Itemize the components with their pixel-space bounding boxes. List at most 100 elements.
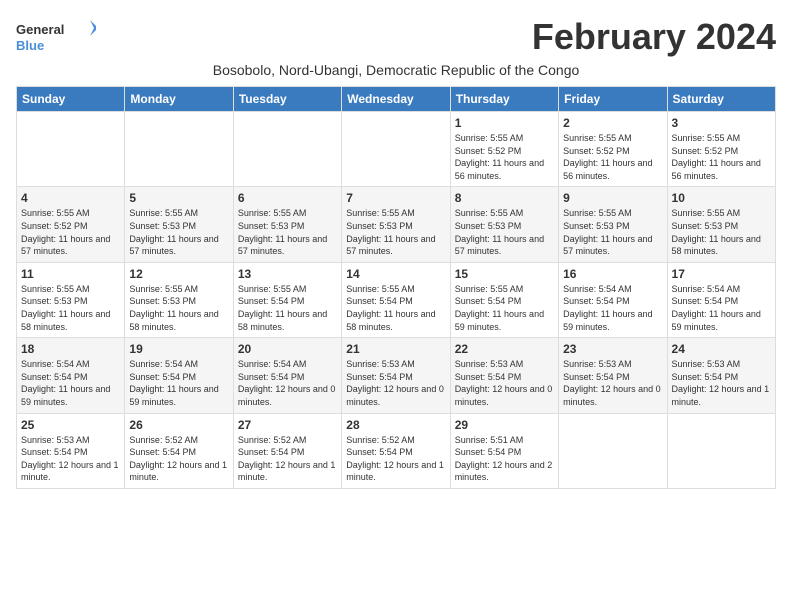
subtitle: Bosobolo, Nord-Ubangi, Democratic Republ… [16, 62, 776, 78]
calendar-cell: 29 Sunrise: 5:51 AM Sunset: 5:54 PM Dayli… [450, 413, 558, 488]
day-number: 9 [563, 191, 662, 205]
day-number: 26 [129, 418, 228, 432]
day-info: Sunrise: 5:55 AM Sunset: 5:53 PM Dayligh… [129, 283, 228, 333]
calendar-cell: 8Sunrise: 5:55 AM Sunset: 5:53 PM Daylig… [450, 187, 558, 262]
day-number: 3 [672, 116, 771, 130]
calendar-cell: 6 Sunrise: 5:55 AM Sunset: 5:53 PM Daylig… [233, 187, 341, 262]
day-number: 5 [129, 191, 228, 205]
calendar-cell: 21Sunrise: 5:53 AM Sunset: 5:54 PM Dayli… [342, 338, 450, 413]
calendar-cell: 23 Sunrise: 5:53 AM Sunset: 5:54 PM Dayli… [559, 338, 667, 413]
day-number: 2 [563, 116, 662, 130]
calendar-cell: 7 Sunrise: 5:55 AM Sunset: 5:53 PM Daylig… [342, 187, 450, 262]
day-info: Sunrise: 5:54 AM Sunset: 5:54 PM Dayligh… [563, 283, 662, 333]
day-info: Sunrise: 5:52 AM Sunset: 5:54 PM Dayligh… [238, 434, 337, 484]
calendar-header-row: SundayMondayTuesdayWednesdayThursdayFrid… [17, 87, 776, 112]
day-info: Sunrise: 5:53 AM Sunset: 5:54 PM Dayligh… [563, 358, 662, 408]
day-info: Sunrise: 5:52 AM Sunset: 5:54 PM Dayligh… [346, 434, 445, 484]
calendar-week-row: 4 Sunrise: 5:55 AM Sunset: 5:52 PM Daylig… [17, 187, 776, 262]
day-info: Sunrise: 5:55 AM Sunset: 5:54 PM Dayligh… [346, 283, 445, 333]
calendar-day-header: Saturday [667, 87, 775, 112]
calendar-cell [559, 413, 667, 488]
calendar-cell: 26 Sunrise: 5:52 AM Sunset: 5:54 PM Dayli… [125, 413, 233, 488]
day-info: Sunrise: 5:55 AM Sunset: 5:52 PM Dayligh… [563, 132, 662, 182]
calendar-cell: 17 Sunrise: 5:54 AM Sunset: 5:54 PM Dayli… [667, 262, 775, 337]
calendar-cell: 5 Sunrise: 5:55 AM Sunset: 5:53 PM Daylig… [125, 187, 233, 262]
calendar-cell: 16 Sunrise: 5:54 AM Sunset: 5:54 PM Dayli… [559, 262, 667, 337]
calendar-week-row: 11Sunrise: 5:55 AM Sunset: 5:53 PM Dayli… [17, 262, 776, 337]
day-number: 19 [129, 342, 228, 356]
day-number: 12 [129, 267, 228, 281]
calendar-cell: 18Sunrise: 5:54 AM Sunset: 5:54 PM Dayli… [17, 338, 125, 413]
calendar-week-row: 25 Sunrise: 5:53 AM Sunset: 5:54 PM Dayli… [17, 413, 776, 488]
day-info: Sunrise: 5:53 AM Sunset: 5:54 PM Dayligh… [21, 434, 120, 484]
day-number: 15 [455, 267, 554, 281]
day-info: Sunrise: 5:51 AM Sunset: 5:54 PM Dayligh… [455, 434, 554, 484]
calendar-cell: 4 Sunrise: 5:55 AM Sunset: 5:52 PM Daylig… [17, 187, 125, 262]
calendar-week-row: 18 Sunrise: 5:54 AM Sunset: 5:54 PM Dayli… [17, 338, 776, 413]
day-number: 24 [672, 342, 771, 356]
calendar-cell: 19 Sunrise: 5:54 AM Sunset: 5:54 PM Dayli… [125, 338, 233, 413]
calendar-cell: 24 Sunrise: 5:53 AM Sunset: 5:54 PM Dayli… [667, 338, 775, 413]
calendar-day-header: Tuesday [233, 87, 341, 112]
day-number: 25 [21, 418, 120, 432]
calendar-cell: 11Sunrise: 5:55 AM Sunset: 5:53 PM Dayli… [17, 262, 125, 337]
day-number: 18 [21, 342, 120, 356]
calendar-cell: 15 Sunrise: 5:55 AM Sunset: 5:54 PM Dayli… [450, 262, 558, 337]
day-info: Sunrise: 5:55 AM Sunset: 5:53 PM Dayligh… [346, 207, 445, 257]
day-number: 20 [238, 342, 337, 356]
calendar-cell [667, 413, 775, 488]
day-info: Sunrise: 5:52 AM Sunset: 5:54 PM Dayligh… [129, 434, 228, 484]
calendar-cell: 9Sunrise: 5:55 AM Sunset: 5:53 PM Daylig… [559, 187, 667, 262]
day-info: Sunrise: 5:55 AM Sunset: 5:53 PM Dayligh… [455, 207, 554, 257]
calendar-cell [233, 112, 341, 187]
day-number: 17 [672, 267, 771, 281]
day-number: 1 [455, 116, 554, 130]
day-info: Sunrise: 5:55 AM Sunset: 5:54 PM Dayligh… [455, 283, 554, 333]
calendar-cell: 28 Sunrise: 5:52 AM Sunset: 5:54 PM Dayli… [342, 413, 450, 488]
calendar-cell [342, 112, 450, 187]
calendar-day-header: Friday [559, 87, 667, 112]
day-number: 4 [21, 191, 120, 205]
calendar-day-header: Thursday [450, 87, 558, 112]
calendar-week-row: 1 Sunrise: 5:55 AM Sunset: 5:52 PM Daylig… [17, 112, 776, 187]
day-info: Sunrise: 5:53 AM Sunset: 5:54 PM Dayligh… [455, 358, 554, 408]
day-number: 6 [238, 191, 337, 205]
day-number: 10 [672, 191, 771, 205]
svg-text:Blue: Blue [16, 38, 44, 53]
calendar-cell: 10 Sunrise: 5:55 AM Sunset: 5:53 PM Dayli… [667, 187, 775, 262]
calendar-cell: 1 Sunrise: 5:55 AM Sunset: 5:52 PM Daylig… [450, 112, 558, 187]
day-info: Sunrise: 5:55 AM Sunset: 5:54 PM Dayligh… [238, 283, 337, 333]
day-info: Sunrise: 5:55 AM Sunset: 5:53 PM Dayligh… [672, 207, 771, 257]
page-container: General Blue February 2024 Bosobolo, Nor… [16, 16, 776, 489]
calendar-cell: 20 Sunrise: 5:54 AM Sunset: 5:54 PM Dayli… [233, 338, 341, 413]
calendar-cell: 25 Sunrise: 5:53 AM Sunset: 5:54 PM Dayli… [17, 413, 125, 488]
calendar-cell: 14Sunrise: 5:55 AM Sunset: 5:54 PM Dayli… [342, 262, 450, 337]
day-number: 29 [455, 418, 554, 432]
calendar-cell [125, 112, 233, 187]
day-info: Sunrise: 5:54 AM Sunset: 5:54 PM Dayligh… [238, 358, 337, 408]
day-number: 13 [238, 267, 337, 281]
day-info: Sunrise: 5:55 AM Sunset: 5:53 PM Dayligh… [238, 207, 337, 257]
calendar-day-header: Wednesday [342, 87, 450, 112]
day-number: 16 [563, 267, 662, 281]
day-info: Sunrise: 5:55 AM Sunset: 5:53 PM Dayligh… [129, 207, 228, 257]
day-number: 28 [346, 418, 445, 432]
day-info: Sunrise: 5:54 AM Sunset: 5:54 PM Dayligh… [129, 358, 228, 408]
day-info: Sunrise: 5:55 AM Sunset: 5:52 PM Dayligh… [21, 207, 120, 257]
day-number: 7 [346, 191, 445, 205]
logo: General Blue [16, 16, 96, 56]
month-title: February 2024 [532, 16, 776, 58]
day-number: 23 [563, 342, 662, 356]
calendar-cell: 22 Sunrise: 5:53 AM Sunset: 5:54 PM Dayli… [450, 338, 558, 413]
calendar-cell: 2 Sunrise: 5:55 AM Sunset: 5:52 PM Daylig… [559, 112, 667, 187]
calendar-day-header: Monday [125, 87, 233, 112]
day-info: Sunrise: 5:55 AM Sunset: 5:53 PM Dayligh… [21, 283, 120, 333]
calendar-cell: 3Sunrise: 5:55 AM Sunset: 5:52 PM Daylig… [667, 112, 775, 187]
header: General Blue February 2024 [16, 16, 776, 58]
day-info: Sunrise: 5:55 AM Sunset: 5:52 PM Dayligh… [455, 132, 554, 182]
day-info: Sunrise: 5:53 AM Sunset: 5:54 PM Dayligh… [672, 358, 771, 408]
day-number: 22 [455, 342, 554, 356]
day-number: 21 [346, 342, 445, 356]
day-info: Sunrise: 5:54 AM Sunset: 5:54 PM Dayligh… [672, 283, 771, 333]
calendar-cell: 27Sunrise: 5:52 AM Sunset: 5:54 PM Dayli… [233, 413, 341, 488]
